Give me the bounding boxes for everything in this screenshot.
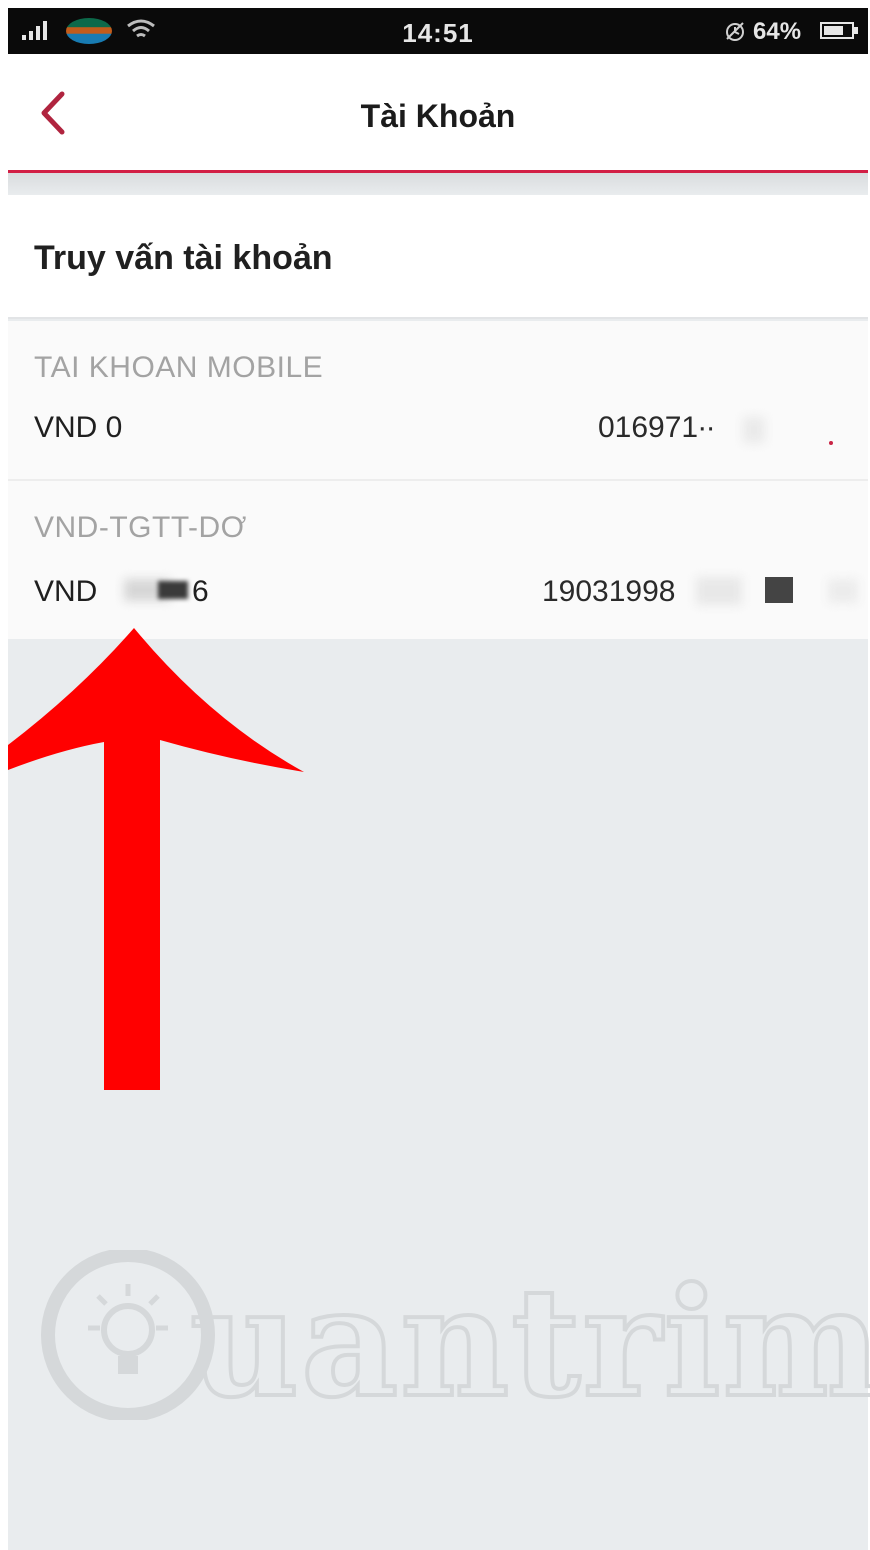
account-balance-suffix: 6: [192, 575, 209, 608]
account-name: TAI KHOAN MOBILE: [34, 351, 324, 384]
account-balance-prefix: VND: [34, 575, 98, 608]
lightbulb-icon: [41, 1250, 215, 1420]
account-number: 19031998: [542, 575, 676, 608]
page-title: Tài Khoản: [360, 98, 516, 134]
account-item-tgtt[interactable]: VND-TGTT-DƠ VND 6 19031998: [8, 481, 868, 639]
masked-block: [765, 577, 793, 603]
account-balance: VND 0: [34, 411, 123, 444]
account-list: TAI KHOAN MOBILE VND 0 016971∙∙ VND-TGTT…: [8, 321, 868, 639]
battery-percentage: 64%: [753, 18, 802, 45]
account-name: VND-TGTT-DƠ: [34, 511, 247, 544]
alarm-icon: [726, 22, 744, 41]
watermark-text: uantrimang: [188, 1255, 870, 1431]
battery-icon: [820, 22, 858, 39]
account-number: 016971∙∙: [598, 411, 715, 444]
section-title: Truy vấn tài khoản: [34, 239, 333, 277]
account-item-mobile[interactable]: TAI KHOAN MOBILE VND 0 016971∙∙: [8, 321, 868, 481]
section-header: Truy vấn tài khoản: [8, 195, 868, 319]
app-header: Tài Khoản: [8, 54, 868, 173]
status-bar: 14:51 64%: [8, 8, 868, 54]
